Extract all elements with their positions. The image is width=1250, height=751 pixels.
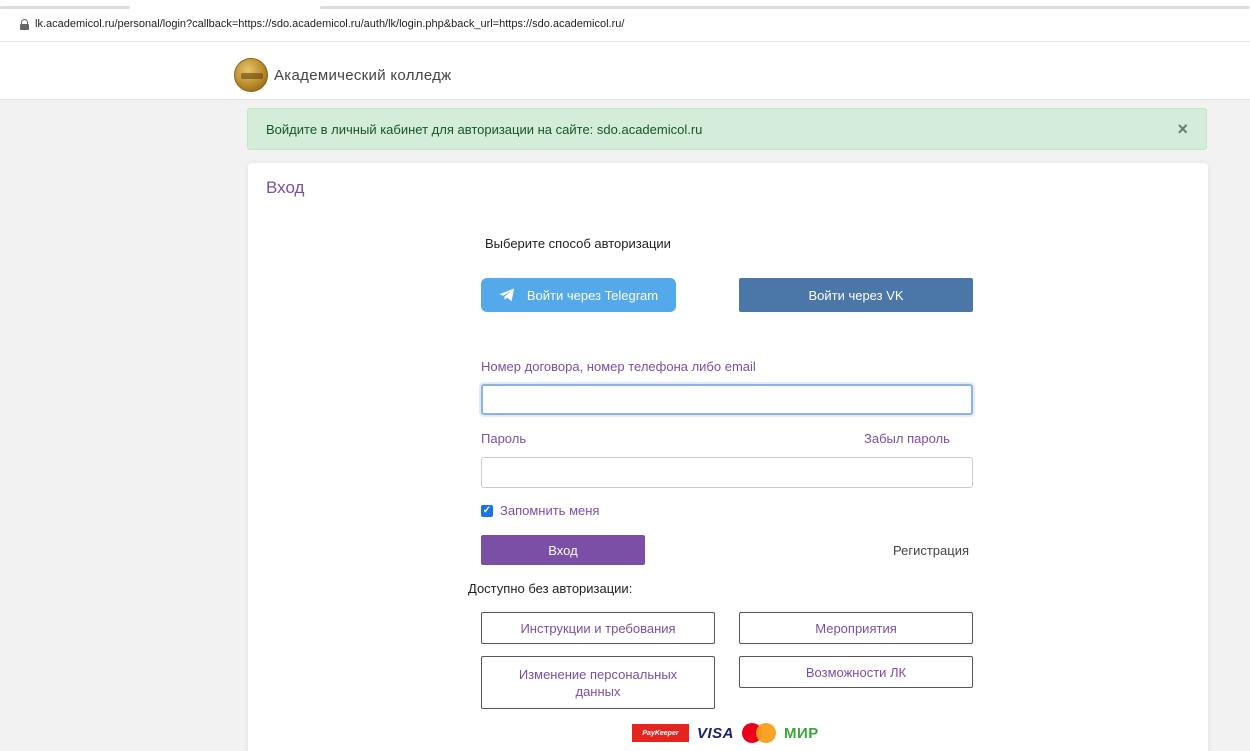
telegram-login-label: Войти через Telegram [526, 287, 659, 303]
visa-logo: VISA [697, 724, 735, 742]
site-header: Академический колледж [0, 42, 1250, 100]
lock-icon [20, 18, 29, 30]
auth-method-caption: Выберите способ авторизации [485, 236, 671, 251]
events-button[interactable]: Мероприятия [739, 612, 973, 644]
remember-me-label: Запомнить меня [500, 503, 600, 518]
password-field-label: Пароль [481, 431, 527, 446]
features-button[interactable]: Возможности ЛК [739, 656, 973, 688]
tab-indicator [320, 6, 1250, 9]
info-alert: Войдите в личный кабинет для авторизации… [247, 108, 1207, 150]
vk-login-label: Войти через VK [808, 287, 904, 303]
login-card: Вход Выберите способ авторизации Войти ч… [248, 163, 1208, 751]
url-row[interactable]: lk.academicol.ru/personal/login?callback… [20, 18, 624, 30]
remember-me-checkbox[interactable]: ✓ Запомнить меня [481, 503, 599, 518]
register-link[interactable]: Регистрация [893, 543, 969, 558]
logo-text: Академический колледж [274, 66, 452, 84]
events-label: Мероприятия [815, 620, 897, 636]
password-input[interactable] [481, 457, 973, 488]
college-emblem-icon [234, 58, 268, 92]
check-icon: ✓ [482, 504, 492, 516]
paykeeper-logo: PayKeeper [632, 724, 689, 742]
payment-logos: PayKeeper VISA МИР [632, 723, 819, 743]
site-logo[interactable]: Академический колледж [234, 58, 452, 92]
tab-indicator [0, 6, 130, 9]
mastercard-logo-icon [742, 723, 777, 743]
features-label: Возможности ЛК [805, 664, 907, 680]
mir-logo: МИР [784, 724, 819, 742]
url-text[interactable]: lk.academicol.ru/personal/login?callback… [35, 18, 624, 30]
personal-data-label: Изменение персональных данных [518, 666, 678, 699]
telegram-login-button[interactable]: Войти через Telegram [481, 278, 676, 312]
forgot-password-link[interactable]: Забыл пароль [864, 431, 950, 446]
browser-address-bar: lk.academicol.ru/personal/login?callback… [0, 0, 1250, 42]
close-icon[interactable]: × [1177, 119, 1188, 140]
page-title: Вход [266, 178, 305, 197]
login-input[interactable] [481, 384, 973, 415]
submit-login-button[interactable]: Вход [481, 535, 645, 565]
vk-login-button[interactable]: Войти через VK [739, 278, 973, 312]
alert-message: Войдите в личный кабинет для авторизации… [266, 121, 703, 137]
submit-login-label: Вход [548, 542, 578, 558]
telegram-icon [499, 288, 515, 302]
checkbox-checked[interactable]: ✓ [481, 504, 493, 517]
instructions-button[interactable]: Инструкции и требования [481, 612, 715, 644]
personal-data-button[interactable]: Изменение персональных данных [481, 656, 715, 709]
no-auth-caption: Доступно без авторизации: [468, 581, 633, 596]
instructions-label: Инструкции и требования [520, 620, 676, 636]
login-field-label: Номер договора, номер телефона либо emai… [481, 359, 756, 374]
browser-tab-strip [0, 0, 1250, 9]
